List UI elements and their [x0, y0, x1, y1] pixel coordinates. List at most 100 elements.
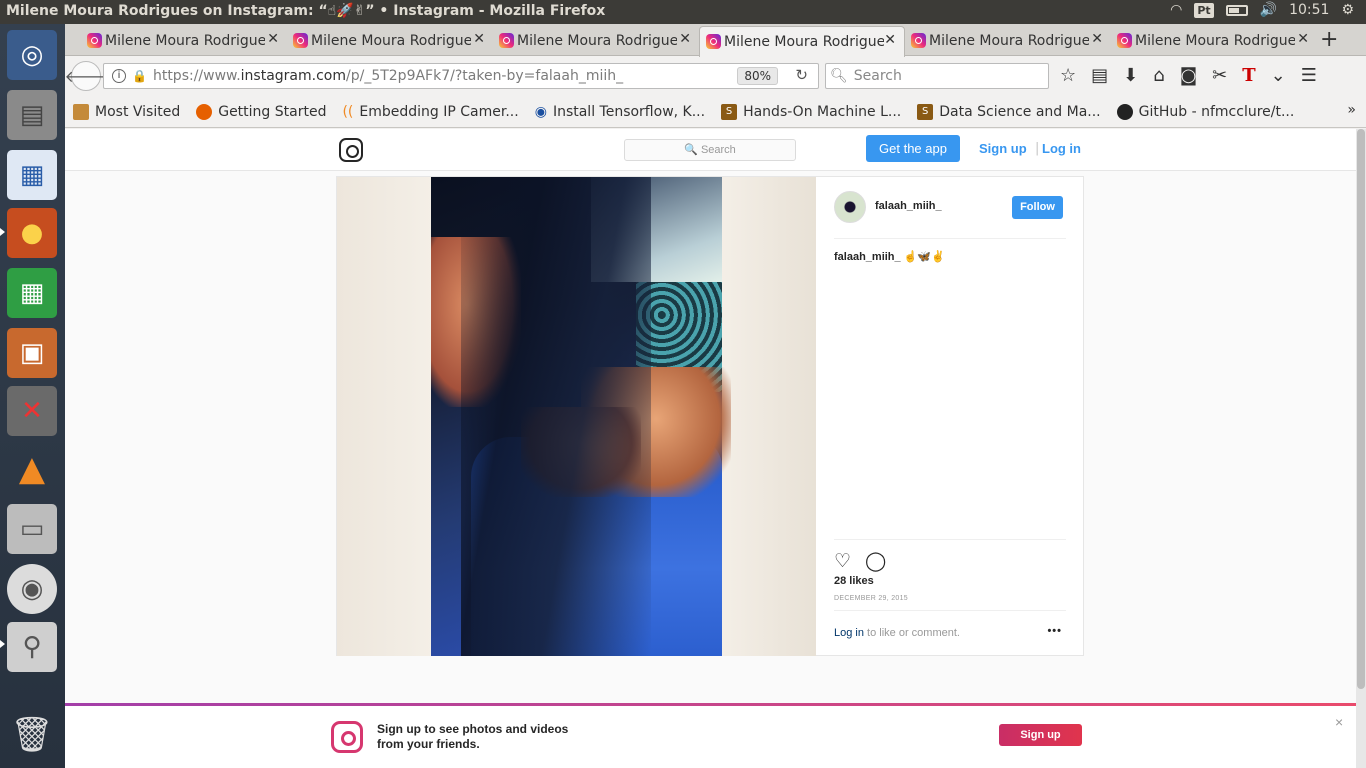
writer-icon[interactable]: ▦ — [7, 150, 57, 200]
usb-drive-icon[interactable]: ⚲ — [7, 622, 57, 672]
close-tab-icon[interactable]: ✕ — [679, 31, 691, 47]
firefox-favicon-icon — [196, 103, 213, 120]
bookmark-item[interactable]: Getting Started — [196, 103, 326, 120]
close-tab-icon[interactable]: ✕ — [1297, 31, 1309, 47]
volume-icon[interactable]: 🔊 — [1260, 2, 1277, 18]
reload-icon[interactable]: ↻ — [795, 66, 808, 84]
close-tab-icon[interactable]: ✕ — [1091, 31, 1103, 47]
bookmark-item[interactable]: ◉ Install Tensorflow, K... — [535, 104, 705, 120]
close-tab-icon[interactable]: ✕ — [267, 31, 279, 47]
bookmark-label: GitHub - nfmcclure/t... — [1138, 103, 1295, 120]
banner-sign-up-button[interactable]: Sign up — [999, 724, 1082, 746]
safari-books-favicon-icon: S — [917, 103, 934, 120]
disk-icon[interactable]: ▭ — [7, 504, 57, 554]
extension-icon[interactable]: ✂ — [1212, 65, 1227, 86]
zoom-indicator[interactable]: 80% — [737, 67, 778, 85]
hamburger-menu-icon[interactable]: ☰ — [1301, 65, 1317, 86]
comment-icon[interactable]: ◯ — [865, 550, 886, 573]
window-title: Milene Moura Rodrigues on Instagram: “☝🚀… — [6, 3, 606, 19]
avatar[interactable] — [834, 191, 866, 223]
back-button[interactable]: 🡐 — [65, 61, 107, 91]
tab-label: Milene Moura Rodrigues — [929, 33, 1089, 49]
browser-tab-active[interactable]: Milene Moura Rodrigues ✕ — [699, 26, 905, 57]
sign-up-link[interactable]: Sign up — [979, 141, 1027, 156]
bookmark-item[interactable]: S Hands-On Machine L... — [721, 103, 902, 120]
more-options-icon[interactable]: ••• — [1047, 625, 1062, 637]
url-text[interactable]: https://www.instagram.com/p/_5T2p9AFk7/?… — [153, 68, 623, 84]
browser-tab[interactable]: Milene Moura Rodrigues ✕ — [493, 26, 699, 56]
pocket-icon[interactable]: ◙ — [1180, 65, 1197, 86]
ubuntu-dash-icon[interactable]: ◎ — [7, 30, 57, 80]
vlc-icon[interactable]: ▲ — [7, 444, 57, 494]
close-tab-icon[interactable]: ✕ — [473, 31, 485, 47]
site-info-icon[interactable]: i — [112, 69, 126, 83]
bookmarks-overflow-icon[interactable]: » — [1347, 102, 1356, 118]
new-tab-icon[interactable]: + — [1320, 27, 1338, 52]
home-icon[interactable]: ⌂ — [1153, 65, 1164, 86]
log-in-link[interactable]: Log in — [1042, 141, 1081, 156]
post-photo[interactable] — [337, 177, 816, 656]
scrollbar-thumb[interactable] — [1357, 129, 1365, 689]
firefox-icon[interactable]: ● — [7, 208, 57, 258]
battery-icon[interactable] — [1225, 4, 1248, 16]
impress-icon[interactable]: ▣ — [7, 328, 57, 378]
browser-tab[interactable]: Milene Moura Rodrigues ✕ — [905, 26, 1111, 56]
get-app-button[interactable]: Get the app — [866, 135, 960, 162]
likes-count[interactable]: 28 likes — [834, 575, 874, 587]
translate-extension-icon[interactable]: T — [1242, 65, 1255, 86]
bookmark-item[interactable]: (( Embedding IP Camer... — [342, 104, 518, 120]
comment-prompt-text: to like or comment. — [863, 627, 960, 639]
bookmarks-toolbar: Most Visited Getting Started (( Embedding… — [65, 96, 1366, 128]
close-icon[interactable]: × — [1335, 714, 1343, 730]
bookmark-label: Most Visited — [95, 103, 181, 120]
wifi-icon[interactable]: ◠ — [1170, 2, 1182, 18]
browser-tab[interactable]: Milene Moura Rodrigues ✕ — [287, 26, 493, 56]
bookmark-item[interactable]: S Data Science and Ma... — [917, 103, 1101, 120]
trash-icon[interactable]: 🗑 — [7, 710, 57, 760]
keyboard-layout-indicator[interactable]: Pt — [1194, 2, 1214, 18]
instagram-logo-icon[interactable] — [339, 138, 363, 162]
bookmark-label: Data Science and Ma... — [939, 103, 1101, 120]
bookmark-item[interactable]: GitHub - nfmcclure/t... — [1116, 103, 1295, 120]
wireless-favicon-icon: (( — [342, 103, 354, 120]
instagram-favicon-icon — [1117, 33, 1132, 48]
instagram-search-input[interactable]: 🔍 Search — [624, 139, 796, 161]
caption-username[interactable]: falaah_miih_ — [834, 251, 901, 263]
bookmark-star-icon[interactable]: ☆ — [1060, 65, 1076, 86]
dvd-icon[interactable]: ◉ — [7, 564, 57, 614]
close-tab-icon[interactable]: ✕ — [884, 32, 896, 48]
system-settings-icon[interactable]: ✕ — [7, 386, 57, 436]
page-scrollbar[interactable] — [1356, 129, 1366, 768]
browser-tab[interactable]: Milene Moura Rodrigues ✕ — [81, 26, 287, 56]
search-icon: 🔍︎ — [830, 68, 848, 84]
bookmark-label: Embedding IP Camer... — [359, 103, 519, 120]
calc-icon[interactable]: ▦ — [7, 268, 57, 318]
post-caption: falaah_miih_ ☝🦋✌ — [834, 250, 945, 263]
running-indicator — [0, 228, 5, 236]
instagram-logo-icon — [331, 721, 363, 753]
bookmark-item[interactable]: Most Visited — [73, 103, 181, 120]
author-username[interactable]: falaah_miih_ — [875, 200, 942, 212]
browser-tab[interactable]: Milene Moura Rodrigues ✕ — [1111, 26, 1317, 56]
search-placeholder: Search — [853, 68, 902, 84]
settings-gear-icon[interactable]: ⚙ — [1341, 2, 1354, 18]
comment-prompt: Log in to like or comment. ••• — [834, 610, 1066, 639]
downloads-icon[interactable]: ⬇ — [1123, 65, 1138, 86]
system-tray: ◠ Pt 🔊 10:51 ⚙ — [1170, 2, 1354, 18]
heart-icon[interactable]: ♡ — [834, 550, 851, 573]
clock[interactable]: 10:51 — [1289, 2, 1329, 18]
url-bar[interactable]: i 🔒 https://www.instagram.com/p/_5T2p9AF… — [103, 63, 819, 89]
follow-button[interactable]: Follow — [1012, 196, 1063, 219]
chevron-down-icon[interactable]: ⌄ — [1271, 65, 1286, 86]
search-bar[interactable]: 🔍︎ Search — [825, 63, 1049, 89]
post-author: falaah_miih_ Follow — [834, 191, 1066, 239]
instagram-header: 🔍 Search Get the app Sign up | Log in — [65, 129, 1356, 171]
tab-label: Milene Moura Rodrigues — [724, 34, 884, 50]
instagram-favicon-icon — [87, 33, 102, 48]
url-path: /p/_5T2p9AFk7/?taken-by=falaah_miih_ — [346, 68, 624, 84]
bookmark-label: Hands-On Machine L... — [743, 103, 902, 120]
comment-login-link[interactable]: Log in — [834, 627, 864, 639]
signup-banner: Sign up to see photos and videos from yo… — [65, 703, 1356, 768]
file-manager-icon[interactable]: ▤ — [7, 90, 57, 140]
reading-list-icon[interactable]: ▤ — [1091, 65, 1108, 86]
